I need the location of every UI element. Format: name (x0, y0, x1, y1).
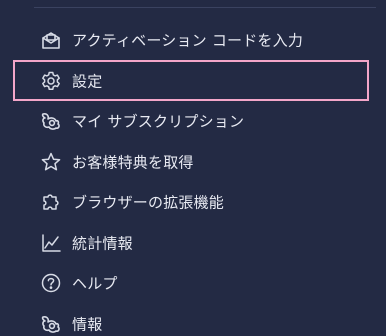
info-logo-icon (40, 313, 62, 335)
menu-item-label: マイ サブスクリプション (72, 112, 245, 131)
menu-item-statistics[interactable]: 統計情報 (0, 223, 386, 264)
menu-item-label: ヘルプ (72, 274, 118, 293)
menu-item-label: 設定 (72, 72, 103, 91)
main-menu: アクティベーション コードを入力 設定 マイ サブスクリプション お客様特典を取… (0, 20, 386, 336)
gear-icon (40, 70, 62, 92)
menu-item-customer-benefits[interactable]: お客様特典を取得 (0, 142, 386, 183)
menu-item-label: アクティベーション コードを入力 (72, 31, 304, 50)
menu-item-settings[interactable]: 設定 (0, 59, 386, 102)
help-icon (40, 272, 62, 294)
activation-code-icon (40, 29, 62, 51)
menu-item-label: ブラウザーの拡張機能 (72, 193, 225, 212)
top-divider (34, 7, 376, 8)
statistics-icon (40, 232, 62, 254)
menu-item-label: 情報 (72, 315, 103, 334)
star-icon (40, 151, 62, 173)
menu-item-about[interactable]: 情報 (0, 304, 386, 336)
menu-item-browser-extensions[interactable]: ブラウザーの拡張機能 (0, 182, 386, 223)
menu-item-help[interactable]: ヘルプ (0, 263, 386, 304)
menu-item-label: お客様特典を取得 (72, 153, 194, 172)
subscription-icon (40, 110, 62, 132)
menu-item-my-subscription[interactable]: マイ サブスクリプション (0, 101, 386, 142)
menu-item-activation-code[interactable]: アクティベーション コードを入力 (0, 20, 386, 61)
puzzle-icon (40, 191, 62, 213)
menu-item-label: 統計情報 (72, 234, 133, 253)
